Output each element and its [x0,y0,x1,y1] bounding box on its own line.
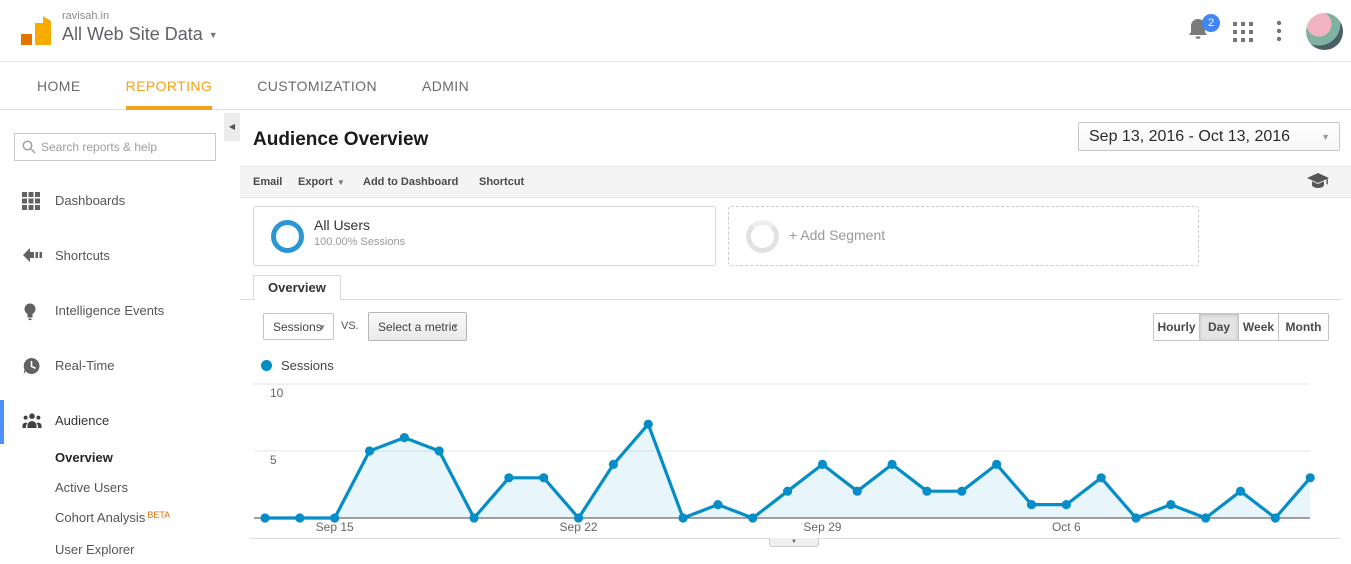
property-domain: ravisah.in [62,10,110,22]
chart-expand-tab[interactable]: ▼ [769,538,819,547]
sessions-chart[interactable]: 5 10 Sep 15 Sep 22 Sep 29 Oct 6 [240,376,1345,536]
chevron-down-icon: ▼ [451,322,459,331]
real-time-clock-icon [23,358,40,375]
graduation-cap-icon[interactable] [1307,173,1329,190]
interval-hourly-button[interactable]: Hourly [1153,313,1200,341]
property-selector[interactable]: ravisah.in All Web Site Data ▼ [62,10,218,45]
segment-title: All Users [314,217,371,233]
time-interval-group: Hourly Day Week Month [1153,313,1329,341]
svg-text:5: 5 [270,453,277,467]
nav-tab-reporting[interactable]: REPORTING [125,62,213,110]
kebab-menu-icon [1276,20,1282,42]
chevron-down-icon: ▼ [208,30,218,40]
tab-divider [240,299,1341,300]
interval-week-button[interactable]: Week [1239,313,1279,341]
search-input[interactable] [41,135,211,159]
date-range-value: Sep 13, 2016 - Oct 13, 2016 [1089,128,1291,145]
sidebar-item-dashboards[interactable]: Dashboards [0,189,240,215]
page-title: Audience Overview [253,129,429,150]
secondary-metric-value: Select a metric [378,319,458,334]
primary-nav: HOME REPORTING CUSTOMIZATION ADMIN [0,62,1351,110]
lightbulb-icon [24,303,36,321]
legend-sessions-dot-icon [261,360,272,371]
overflow-menu-button[interactable] [1276,19,1282,48]
nav-tab-home[interactable]: HOME [37,62,81,110]
svg-text:Oct 6: Oct 6 [1052,520,1081,534]
add-segment-button[interactable]: + Add Segment [728,206,1199,266]
svg-text:Sep 15: Sep 15 [316,520,354,534]
sidebar-subitem-active-users[interactable]: Active Users [55,480,128,495]
sidebar-item-audience[interactable]: Audience [0,400,240,444]
sidebar-item-intelligence-events[interactable]: Intelligence Events [0,299,240,325]
sidebar-collapse-button[interactable]: ◀ [224,113,240,141]
google-analytics-logo-icon [21,16,51,45]
date-range-selector[interactable]: Sep 13, 2016 - Oct 13, 2016 ▼ [1078,122,1340,151]
sidebar-item-label: Real-Time [55,358,115,373]
sidebar-search [14,133,216,161]
svg-text:Sep 22: Sep 22 [560,520,598,534]
sidebar-item-label: Audience [55,413,110,428]
user-avatar[interactable] [1306,13,1343,50]
tab-overview[interactable]: Overview [253,275,341,300]
sidebar-item-label: Dashboards [55,193,126,208]
report-action-bar: Email Export ▼ Add to Dashboard Shortcut [240,166,1351,198]
sidebar-subitem-overview[interactable]: Overview [55,450,113,465]
top-bar: ravisah.in All Web Site Data ▼ 2 [0,0,1351,62]
interval-day-button[interactable]: Day [1200,313,1239,341]
notifications-button[interactable]: 2 [1186,14,1220,49]
segment-all-users[interactable]: All Users 100.00% Sessions [253,206,716,266]
sidebar-subitem-cohort-analysis[interactable]: Cohort Analysis BETA [55,510,170,525]
sidebar-item-shortcuts[interactable]: Shortcuts [0,244,240,270]
svg-text:Sep 29: Sep 29 [803,520,841,534]
analytics-app: ravisah.in All Web Site Data ▼ 2 HOME RE… [0,0,1351,564]
interval-month-button[interactable]: Month [1279,313,1329,341]
search-icon [22,140,36,154]
email-button[interactable]: Email [253,167,282,197]
chevron-down-icon: ▼ [318,323,326,332]
primary-metric-dropdown[interactable]: Sessions ▼ [263,313,334,340]
nav-tab-admin[interactable]: ADMIN [422,62,469,110]
notification-count-badge: 2 [1202,14,1220,32]
sidebar-item-label: Shortcuts [55,248,110,263]
sidebar-item-label: Intelligence Events [55,303,165,318]
sidebar-item-real-time[interactable]: Real-Time [0,354,240,380]
primary-metric-value: Sessions [273,319,322,334]
report-sidebar: ◀ Dashboards Sho [0,110,240,564]
apps-grid-button[interactable] [1232,21,1254,48]
nav-tab-customization[interactable]: CUSTOMIZATION [257,62,377,110]
segment-subtitle: 100.00% Sessions [314,236,406,248]
export-label: Export [298,176,333,188]
chevron-down-icon: ▼ [1321,132,1330,142]
shortcut-arrow-icon [23,248,42,262]
beta-badge: BETA [147,510,171,520]
segment-donut-placeholder-icon [746,220,779,253]
export-button[interactable]: Export ▼ [298,167,345,197]
add-to-dashboard-button[interactable]: Add to Dashboard [363,167,458,197]
secondary-metric-dropdown[interactable]: Select a metric ▼ [368,312,467,341]
apps-grid-icon [1233,22,1253,42]
add-segment-label: + Add Segment [789,227,886,243]
sidebar-subitem-user-explorer[interactable]: User Explorer [55,542,134,557]
chevron-down-icon: ▼ [336,178,345,187]
dashboards-grid-icon [22,192,40,210]
audience-people-icon [22,413,42,428]
segment-donut-icon [271,220,304,253]
sidebar-subitem-label: Cohort Analysis [55,510,146,525]
legend-sessions-label: Sessions [281,358,334,373]
shortcut-button[interactable]: Shortcut [479,167,524,197]
property-view-name: All Web Site Data [62,24,203,44]
svg-text:10: 10 [270,386,284,400]
vs-label: vs. [341,320,359,332]
